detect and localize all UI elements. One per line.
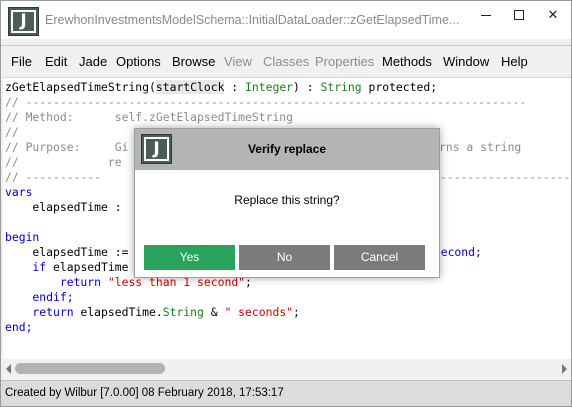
menu-edit[interactable]: Edit bbox=[45, 54, 67, 69]
type-token: Integer bbox=[245, 80, 294, 94]
maximize-icon bbox=[514, 9, 524, 20]
code-comment: rns a string bbox=[439, 140, 522, 154]
maximize-button[interactable] bbox=[502, 1, 536, 31]
type-token: String bbox=[162, 305, 204, 319]
jade-logo-icon: J bbox=[8, 7, 39, 36]
code-token: elapsedTime bbox=[46, 260, 129, 274]
minimize-icon bbox=[481, 15, 491, 17]
code-token: ) : bbox=[293, 80, 321, 94]
horizontal-scrollbar[interactable] bbox=[3, 360, 571, 377]
method-name: zGetElapsedTimeString( bbox=[5, 80, 156, 94]
code-comment: // ----------- bbox=[5, 170, 102, 184]
menu-help[interactable]: Help bbox=[501, 54, 528, 69]
code-comment: ------------------- bbox=[440, 170, 571, 184]
status-text: Created by Wilbur [7.0.00] 08 February 2… bbox=[5, 387, 284, 399]
code-keyword: return bbox=[5, 275, 108, 289]
menu-methods[interactable]: Methods bbox=[382, 54, 432, 69]
menu-view[interactable]: View bbox=[224, 54, 252, 69]
selected-string: startClock bbox=[155, 80, 225, 94]
code-keyword: endif; bbox=[5, 290, 74, 304]
code-keyword: return bbox=[5, 305, 74, 319]
cancel-button[interactable]: Cancel bbox=[334, 245, 425, 270]
code-token: & bbox=[203, 305, 225, 319]
code-token: protected; bbox=[361, 80, 438, 94]
dialog-title: Verify replace bbox=[247, 142, 327, 156]
close-button[interactable]: ✕ bbox=[536, 1, 570, 31]
menu-file[interactable]: File bbox=[11, 54, 32, 69]
scroll-right-icon[interactable] bbox=[562, 364, 567, 374]
code-line: elapsedTime := bbox=[5, 245, 129, 259]
verify-replace-dialog: J Verify replace Replace this string? Ye… bbox=[134, 128, 440, 278]
window-title: ErewhonInvestmentsModelSchema::InitialDa… bbox=[45, 13, 460, 27]
menu-jade[interactable]: Jade bbox=[79, 54, 107, 69]
code-comment: // Purpose: Gi bbox=[5, 140, 129, 154]
close-icon: ✕ bbox=[547, 7, 559, 22]
jade-logo-letter: J bbox=[11, 10, 36, 33]
minimize-button[interactable] bbox=[469, 1, 503, 31]
no-button[interactable]: No bbox=[239, 245, 330, 270]
dialog-message: Replace this string? bbox=[234, 193, 340, 207]
code-comment: // bbox=[5, 125, 19, 139]
menu-browse[interactable]: Browse bbox=[172, 54, 215, 69]
menu-bar: File Edit Jade Options Browse View Class… bbox=[1, 45, 571, 75]
code-line: elapsedTime : bbox=[5, 200, 129, 214]
code-comment: // re bbox=[5, 155, 122, 169]
code-line-signature: zGetElapsedTimeString(startClock : Integ… bbox=[5, 80, 437, 95]
title-bar[interactable]: J ErewhonInvestmentsModelSchema::Initial… bbox=[1, 1, 571, 39]
code-token: ; bbox=[293, 305, 300, 319]
type-token: String bbox=[320, 80, 362, 94]
dialog-header[interactable]: J Verify replace bbox=[135, 129, 439, 170]
menu-properties[interactable]: Properties bbox=[315, 54, 374, 69]
string-literal: " seconds" bbox=[224, 305, 294, 319]
status-bar: Created by Wilbur [7.0.00] 08 February 2… bbox=[1, 380, 571, 406]
code-keyword: begin bbox=[5, 230, 40, 244]
code-token: elapsedTime. bbox=[73, 305, 163, 319]
scroll-left-icon[interactable] bbox=[6, 364, 11, 374]
code-keyword: if bbox=[5, 260, 47, 274]
yes-button[interactable]: Yes bbox=[144, 245, 235, 270]
code-comment: // Method: self.zGetElapsedTimeString bbox=[5, 110, 294, 124]
code-token: : bbox=[224, 80, 246, 94]
scrollbar-thumb[interactable] bbox=[15, 363, 165, 374]
code-line: if elapsedTime bbox=[5, 260, 128, 275]
code-line: return elapsedTime.String & " seconds"; bbox=[5, 305, 300, 320]
menu-options[interactable]: Options bbox=[116, 54, 161, 69]
code-keyword: vars bbox=[5, 185, 33, 199]
code-comment: // -------------------------------------… bbox=[5, 95, 527, 109]
menu-classes[interactable]: Classes bbox=[263, 54, 309, 69]
menu-window[interactable]: Window bbox=[443, 54, 489, 69]
code-keyword: end; bbox=[5, 320, 33, 334]
jade-editor-window: J ErewhonInvestmentsModelSchema::Initial… bbox=[0, 0, 572, 407]
